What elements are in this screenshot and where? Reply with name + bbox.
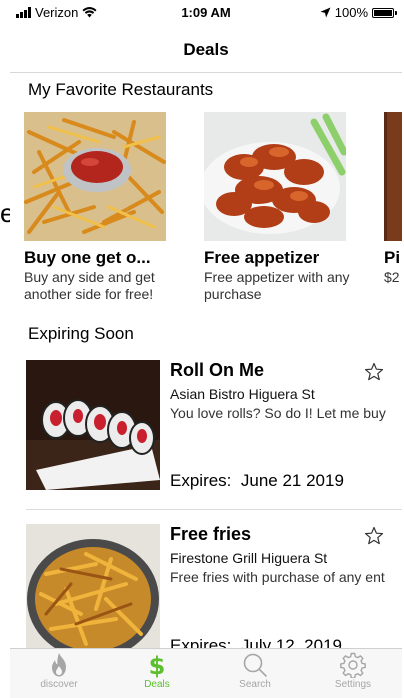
location-arrow-icon <box>320 7 331 18</box>
battery-percent: 100% <box>334 5 368 20</box>
deal-expiry: Expires: July 12, 2019 <box>170 636 342 648</box>
tab-label: Search <box>239 679 271 690</box>
phone-screen: Verizon 1:09 AM 100% Deals My Favorite R… <box>10 0 402 698</box>
deal-row[interactable]: Roll On Me Asian Bistro Higuera St You l… <box>10 360 402 508</box>
svg-text:$: $ <box>149 652 166 678</box>
favorite-title: Pi <box>384 248 401 267</box>
favorite-card[interactable]: Pi $2 Tu <box>384 112 402 286</box>
deal-title: Free fries <box>170 524 252 544</box>
favorite-card[interactable]: Buy one get o... Buy any side and get an… <box>24 112 194 303</box>
flame-icon <box>52 653 66 677</box>
fries-dip-image <box>24 112 166 241</box>
pizza-image <box>384 112 402 241</box>
expires-label: Expires: <box>170 471 232 490</box>
tab-bar: discover $ Deals Search Settings <box>10 648 402 698</box>
tab-label: Deals <box>144 679 170 690</box>
favorite-desc: $2 Tu <box>384 269 402 285</box>
row-divider <box>26 509 402 510</box>
expires-date: June 21 2019 <box>240 471 344 490</box>
deal-description: Free fries with purchase of any ent <box>170 569 385 585</box>
favorite-title: Free appetizer <box>204 248 320 267</box>
deal-restaurant: Asian Bistro Higuera St <box>170 386 315 402</box>
dollar-icon: $ <box>149 652 166 678</box>
expires-date: July 12, 2019 <box>240 636 343 648</box>
deal-title: Roll On Me <box>170 360 264 380</box>
tab-label: Settings <box>334 679 372 690</box>
favorite-desc: Free appetizer with any purchase <box>204 269 350 302</box>
wings-image <box>204 112 346 241</box>
tab-label: discover <box>40 679 78 690</box>
tab-discover[interactable]: discover <box>24 652 94 690</box>
background-artifact: e <box>0 160 14 226</box>
fries-image <box>26 524 160 648</box>
deal-row[interactable]: Free fries Firestone Grill Higuera St Fr… <box>10 524 402 648</box>
tab-settings[interactable]: Settings <box>318 652 388 690</box>
expiring-section-title: Expiring Soon <box>28 324 134 343</box>
battery-icon <box>372 7 397 18</box>
page-title: Deals <box>183 40 229 59</box>
gear-icon <box>340 652 366 678</box>
magnifier-icon <box>243 653 267 677</box>
favorites-carousel[interactable]: Buy one get o... Buy any side and get an… <box>10 112 402 322</box>
favorite-star-icon[interactable] <box>364 362 384 382</box>
favorite-title: Buy one get o... <box>24 248 151 267</box>
deal-expiry: Expires: June 21 2019 <box>170 471 344 491</box>
navigation-bar: Deals <box>10 24 402 73</box>
favorite-desc: Buy any side and get another side for fr… <box>24 269 155 302</box>
tab-deals[interactable]: $ Deals <box>122 652 192 690</box>
deal-restaurant: Firestone Grill Higuera St <box>170 550 328 566</box>
favorite-star-icon[interactable] <box>364 526 384 546</box>
favorites-section-title: My Favorite Restaurants <box>28 80 214 99</box>
tab-search[interactable]: Search <box>220 652 290 690</box>
favorite-card[interactable]: Free appetizer Free appetizer with any p… <box>204 112 374 303</box>
sushi-image <box>26 360 160 490</box>
expires-label: Expires: <box>170 636 232 648</box>
status-bar: Verizon 1:09 AM 100% <box>10 0 402 24</box>
status-right: 100% <box>320 5 397 20</box>
deal-description: You love rolls? So do I! Let me buy <box>170 405 386 421</box>
